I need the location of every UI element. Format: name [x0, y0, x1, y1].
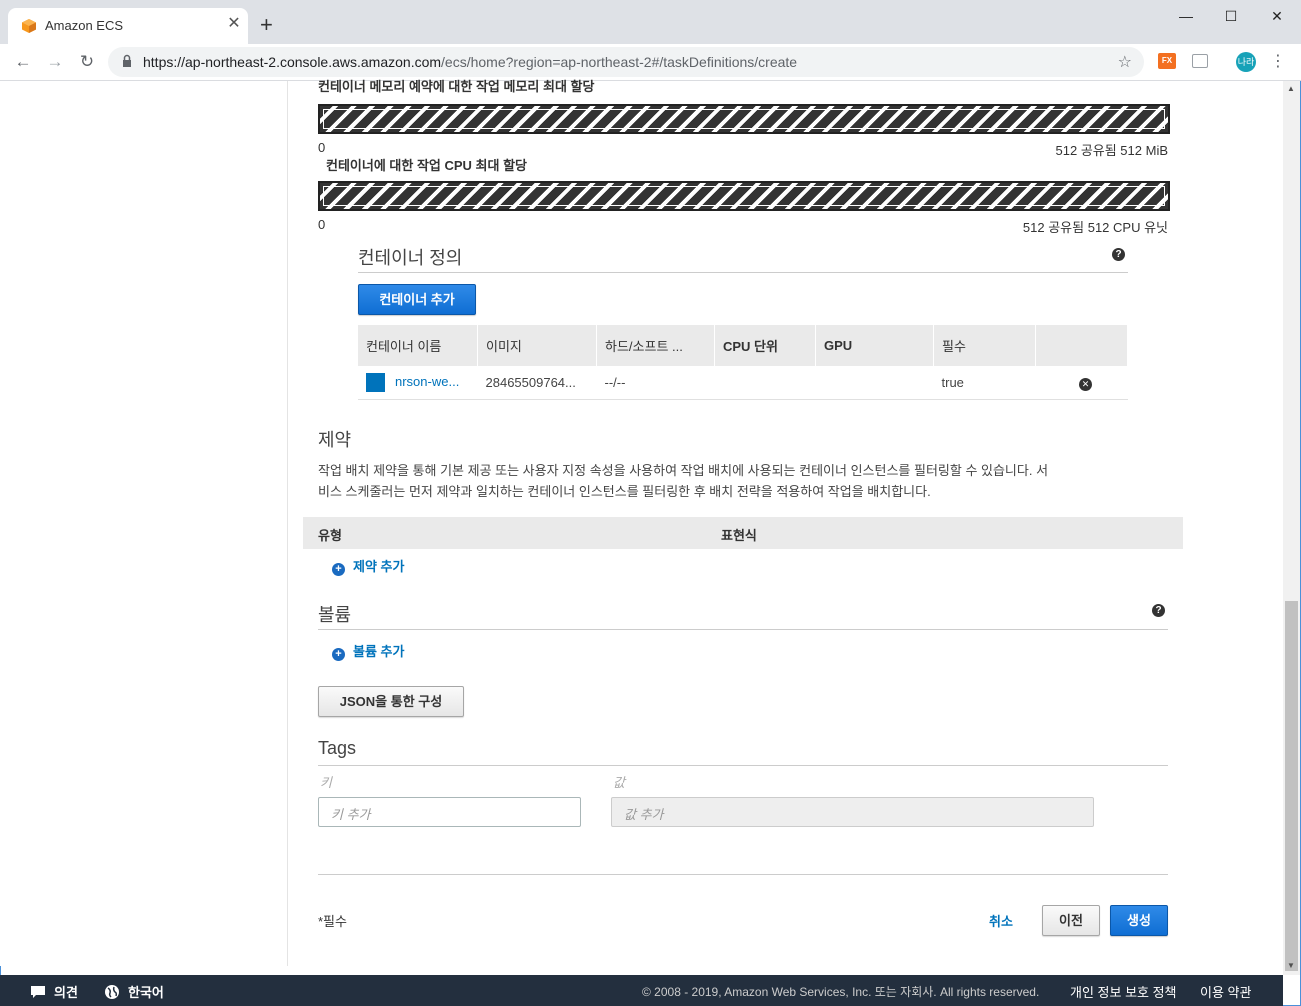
type-column-header: 유형 [318, 528, 342, 543]
gpu-cell [815, 366, 934, 400]
globe-icon [105, 985, 119, 999]
tab-title: Amazon ECS [45, 18, 124, 33]
divider [318, 629, 1168, 630]
cancel-link[interactable]: 취소 [989, 911, 1013, 930]
container-definitions-title: 컨테이너 정의 [358, 248, 463, 268]
plus-circle-icon: + [332, 563, 345, 576]
constraints-title: 제약 [318, 430, 352, 450]
cast-icon[interactable] [1192, 54, 1208, 68]
divider [318, 765, 1168, 766]
memory-allocation-bar [318, 104, 1170, 134]
browser-toolbar: ← → ↻ https://ap-northeast-2.console.aws… [0, 44, 1301, 81]
new-tab-icon[interactable]: + [260, 14, 273, 36]
plus-circle-icon: + [332, 648, 345, 661]
cpu-cell [714, 366, 816, 400]
column-header[interactable]: GPU [815, 325, 934, 366]
memory-min: 0 [318, 140, 326, 155]
scroll-up-arrow-icon[interactable]: ▲ [1287, 84, 1295, 93]
feedback-link[interactable]: 의견 [30, 982, 78, 1001]
aws-cube-icon [22, 19, 36, 33]
maximize-icon[interactable]: ☐ [1217, 6, 1245, 26]
memory-label: 컨테이너 메모리 예약에 대한 작업 메모리 최대 할당 [318, 79, 595, 94]
tab-close-icon[interactable]: ✕ [225, 15, 243, 33]
left-navigation [0, 81, 288, 966]
tag-key-input[interactable]: 키 추가 [318, 797, 581, 827]
page-scrollbar[interactable]: ▲ ▼ [1283, 81, 1300, 975]
image-cell: 28465509764... [477, 366, 597, 400]
scroll-thumb[interactable] [1285, 601, 1298, 971]
add-constraint-label: 제약 추가 [353, 559, 405, 574]
column-header[interactable]: 필수 [933, 325, 1036, 366]
language-selector[interactable]: 한국어 [104, 982, 164, 1001]
browser-menu-icon[interactable]: ⋮ [1270, 51, 1286, 71]
add-constraint-link[interactable]: + 제약 추가 [332, 556, 404, 576]
address-bar[interactable]: https://ap-northeast-2.console.aws.amazo… [108, 47, 1144, 77]
create-button[interactable]: 생성 [1110, 905, 1168, 936]
bookmark-star-icon[interactable]: ☆ [1118, 52, 1132, 72]
minimize-icon[interactable]: — [1172, 6, 1200, 26]
profile-avatar[interactable]: 나라 [1236, 52, 1256, 72]
constraints-description-line: 비스 스케줄러는 먼저 제약과 일치하는 컨테이너 인스턴스를 필터링한 후 배… [318, 484, 931, 499]
container-color-swatch [366, 373, 385, 392]
terms-link[interactable]: 이용 약관 [1200, 982, 1251, 1001]
column-header[interactable]: 이미지 [477, 325, 597, 366]
table-row: nrson-we... 28465509764... --/-- true ✕ [358, 366, 1128, 400]
essential-cell: true [933, 366, 1036, 400]
browser-tab[interactable]: Amazon ECS ✕ [8, 8, 248, 44]
scroll-down-arrow-icon[interactable]: ▼ [1287, 961, 1295, 970]
feedback-label: 의견 [54, 985, 78, 1000]
configure-json-button[interactable]: JSON을 통한 구성 [318, 686, 464, 717]
help-icon[interactable]: ? [1112, 248, 1125, 261]
divider [358, 272, 1128, 273]
limits-cell: --/-- [596, 366, 715, 400]
container-name-link[interactable]: nrson-we... [395, 374, 459, 389]
tags-title: Tags [318, 738, 357, 758]
volumes-title: 볼륨 [318, 605, 352, 625]
remove-cell: ✕ [1035, 366, 1128, 400]
required-note: *필수 [318, 914, 347, 929]
window-close-icon[interactable]: ✕ [1263, 6, 1291, 26]
language-label: 한국어 [128, 985, 164, 1000]
lock-icon [123, 54, 131, 67]
tag-value-input[interactable]: 값 추가 [611, 797, 1094, 827]
column-header[interactable]: 하드/소프트 ... [596, 325, 715, 366]
value-label: 값 [613, 775, 625, 790]
memory-max: 512 공유됨 512 MiB [1055, 143, 1168, 158]
reload-icon[interactable]: ↻ [76, 51, 98, 73]
tab-strip: Amazon ECS ✕ + — ☐ ✕ [0, 0, 1301, 44]
cpu-max: 512 공유됨 512 CPU 유닛 [1022, 220, 1168, 235]
constraints-description-line: 작업 배치 제약을 통해 기본 제공 또는 사용자 지정 속성을 사용하여 작업… [318, 463, 1049, 478]
cpu-allocation-bar [318, 181, 1170, 211]
add-container-button[interactable]: 컨테이너 추가 [358, 284, 476, 315]
back-arrow-icon[interactable]: ← [12, 51, 34, 73]
key-label: 키 [320, 775, 332, 790]
remove-container-icon[interactable]: ✕ [1079, 377, 1092, 391]
cpu-label: 컨테이너에 대한 작업 CPU 최대 할당 [326, 158, 527, 173]
table-header: 컨테이너 이름 이미지 하드/소프트 ... CPU 단위 GPU 필수 [358, 325, 1128, 366]
forward-arrow-icon[interactable]: → [44, 51, 66, 73]
extension-icon[interactable]: FX [1158, 53, 1176, 69]
privacy-policy-link[interactable]: 개인 정보 보호 정책 [1070, 982, 1177, 1001]
console-footer: 의견 한국어 © 2008 - 2019, Amazon Web Service… [0, 975, 1283, 1006]
container-name-cell: nrson-we... [358, 366, 478, 400]
column-header[interactable]: 컨테이너 이름 [358, 325, 478, 366]
add-volume-link[interactable]: + 볼륨 추가 [332, 641, 404, 661]
previous-button[interactable]: 이전 [1042, 905, 1100, 936]
speech-bubble-icon [31, 986, 45, 998]
help-icon[interactable]: ? [1152, 604, 1165, 617]
cpu-min: 0 [318, 217, 326, 232]
constraints-description: 작업 배치 제약을 통해 기본 제공 또는 사용자 지정 속성을 사용하여 작업… [318, 460, 1178, 502]
add-volume-label: 볼륨 추가 [353, 644, 405, 659]
copyright-text: © 2008 - 2019, Amazon Web Services, Inc.… [642, 985, 1040, 999]
divider [318, 874, 1168, 875]
column-header[interactable]: CPU 단위 [714, 325, 816, 366]
url-text: https://ap-northeast-2.console.aws.amazo… [143, 54, 798, 70]
expression-column-header: 표현식 [721, 528, 757, 543]
constraints-table-header: 유형 표현식 [303, 517, 1183, 549]
container-table: 컨테이너 이름 이미지 하드/소프트 ... CPU 단위 GPU 필수 nrs… [358, 325, 1128, 400]
column-header [1035, 325, 1128, 366]
